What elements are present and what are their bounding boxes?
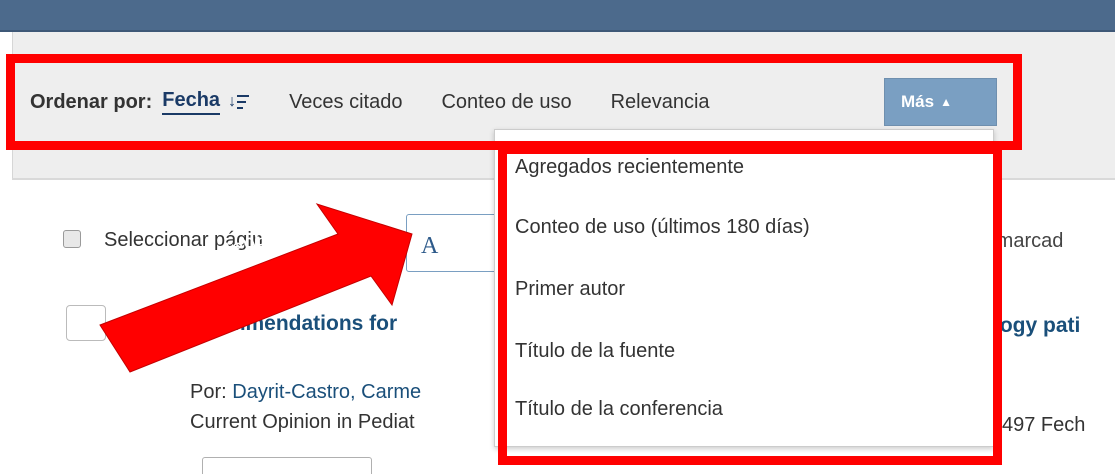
result-pages-date: 497 Fech xyxy=(1002,414,1086,436)
result-source: Current Opinion in Pediat xyxy=(190,411,415,433)
dropdown-item-recently-added[interactable]: Agregados recientemente xyxy=(515,156,744,179)
result-title-link[interactable]: ommendations for xyxy=(214,312,397,336)
sort-option-relevance[interactable]: Relevancia xyxy=(611,91,710,114)
caret-up-icon: ▲ xyxy=(940,95,952,109)
more-sort-dropdown: Agregados recientemente Conteo de uso (ú… xyxy=(494,129,994,447)
result-checkbox[interactable] xyxy=(66,305,106,341)
dropdown-item-usage-180-days[interactable]: Conteo de uso (últimos 180 días) xyxy=(515,216,810,239)
authors-prefix: Por: xyxy=(190,381,233,403)
sort-option-times-cited[interactable]: Veces citado xyxy=(289,91,402,114)
result-authors: Por: Dayrit-Castro, Carme xyxy=(190,381,421,404)
select-page-checkbox[interactable] xyxy=(63,230,81,248)
sort-descending-icon[interactable]: ↓ xyxy=(228,93,250,111)
dropdown-item-first-author[interactable]: Primer autor xyxy=(515,278,625,301)
dropdown-item-conference-title[interactable]: Título de la conferencia xyxy=(515,398,723,421)
sort-options-row: Ordenar por: Fecha ↓ Veces citado Conteo… xyxy=(30,84,749,120)
more-sort-options-button[interactable]: Más ▲ xyxy=(884,78,997,126)
sort-by-label: Ordenar por: xyxy=(30,90,153,113)
annotation-arrow-text: Criteris ordenació xyxy=(128,212,297,304)
dropdown-item-source-title[interactable]: Título de la fuente xyxy=(515,340,675,363)
top-header-bar xyxy=(0,0,1115,30)
font-a-icon: A xyxy=(421,233,439,259)
full-text-button[interactable] xyxy=(202,457,372,474)
result-title-link-tail[interactable]: logy pati xyxy=(994,314,1115,338)
sort-option-current[interactable]: Fecha xyxy=(162,89,221,115)
more-button-label: Más xyxy=(901,92,935,111)
sort-option-usage-count[interactable]: Conteo de uso xyxy=(441,91,571,114)
author-link[interactable]: Dayrit-Castro, Carme xyxy=(232,381,421,403)
text-format-button[interactable]: A xyxy=(406,214,502,272)
